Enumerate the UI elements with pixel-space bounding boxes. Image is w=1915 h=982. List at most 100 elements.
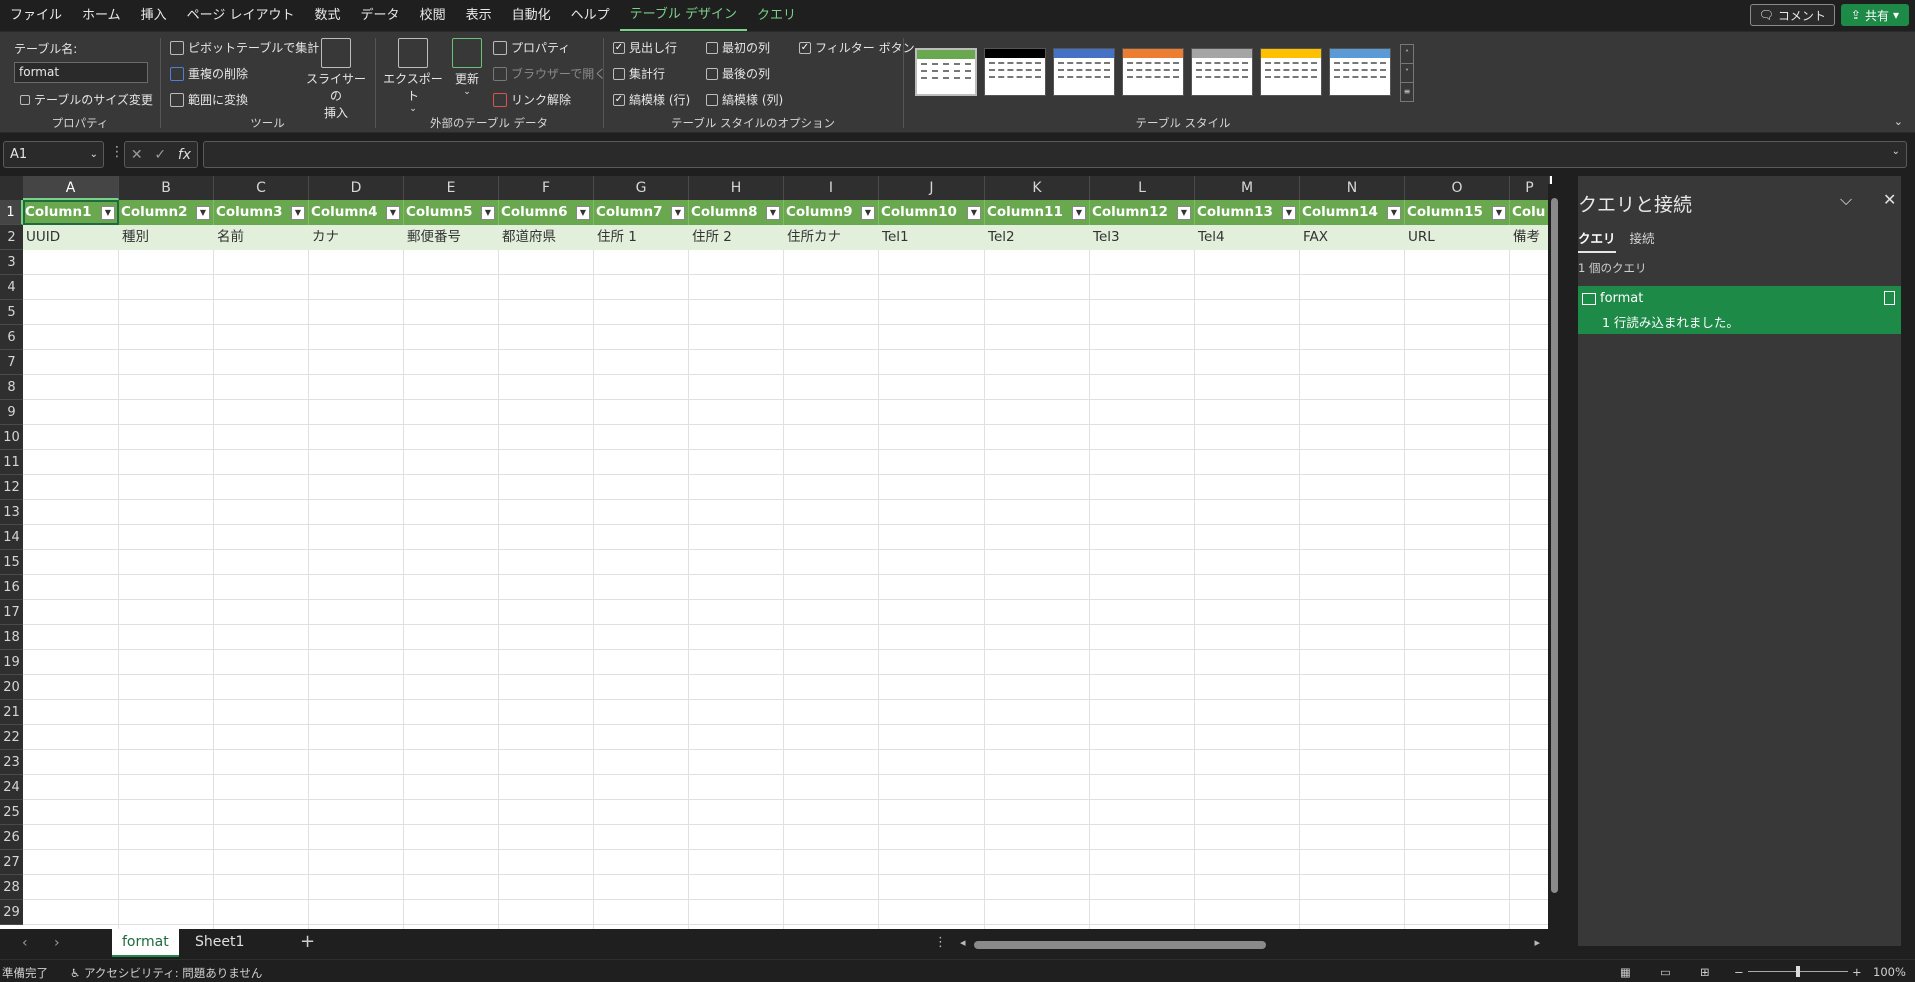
row-header-25[interactable]: 25 [0,800,23,825]
banded-rows-checkbox[interactable]: ✓ 縞模様 (行) [613,91,690,108]
menu-review[interactable]: 校閲 [410,0,456,31]
chevron-up-icon[interactable]: ˄ [1401,45,1413,64]
filter-dropdown-icon[interactable]: ▼ [386,206,400,220]
pivot-summarize-button[interactable]: ピボットテーブルで集計 [170,39,319,56]
tab-connections[interactable]: 接続 [1630,228,1655,253]
column-header-a[interactable]: A [23,176,119,200]
table-style-swatch[interactable] [1053,48,1115,96]
menu-home[interactable]: ホーム [72,0,131,31]
table-cell[interactable]: URL [1405,225,1510,250]
table-header-cell[interactable]: Column2 ▼ [119,200,214,225]
table-cell[interactable]: カナ [309,225,404,250]
last-column-checkbox[interactable]: 最後の列 [706,65,770,82]
menu-page-layout[interactable]: ページ レイアウト [177,0,305,31]
chevron-down-icon[interactable]: ⌵ [1840,190,1852,210]
resize-table-button[interactable]: テーブルのサイズ変更 [20,91,153,108]
open-in-browser-button[interactable]: ブラウザーで開く [493,65,606,82]
column-header-b[interactable]: B [119,176,214,200]
filter-dropdown-icon[interactable]: ▼ [481,206,495,220]
cancel-icon[interactable]: ✕ [131,147,143,163]
insert-slicer-button[interactable]: スライサーの 挿入 [306,38,366,121]
filter-dropdown-icon[interactable]: ▼ [576,206,590,220]
row-header-15[interactable]: 15 [0,550,23,575]
table-cell[interactable]: FAX [1300,225,1405,250]
table-style-swatch[interactable] [1329,48,1391,96]
menu-table-design[interactable]: テーブル デザイン [619,0,747,31]
refresh-button[interactable]: 更新 ⌄ [447,38,487,97]
filter-dropdown-icon[interactable]: ▼ [1492,206,1506,220]
row-header-17[interactable]: 17 [0,600,23,625]
row-header-27[interactable]: 27 [0,850,23,875]
table-header-cell[interactable]: Column6 ▼ [499,200,594,225]
row-header-9[interactable]: 9 [0,400,23,425]
table-cell[interactable]: 備考 [1510,225,1550,250]
table-header-cell[interactable]: Column9 ▼ [784,200,879,225]
horizontal-scrollbar[interactable]: ◂ ▸ [960,936,1540,951]
filter-dropdown-icon[interactable]: ▼ [291,206,305,220]
row-header-20[interactable]: 20 [0,675,23,700]
share-button[interactable]: ⇪ 共有 ▾ [1840,4,1909,26]
zoom-slider-knob[interactable] [1796,966,1800,977]
formula-input[interactable]: ⌄ [203,141,1907,168]
add-sheet-icon[interactable]: + [300,931,315,952]
table-style-swatch[interactable] [1260,48,1322,96]
table-cell[interactable]: 種別 [119,225,214,250]
table-header-cell[interactable]: Colu [1510,200,1550,225]
menu-formulas[interactable]: 数式 [305,0,351,31]
chevron-down-icon[interactable]: ⌄ [90,142,98,167]
table-cell[interactable]: 住所カナ [784,225,879,250]
table-cell[interactable]: Tel2 [985,225,1090,250]
table-header-cell[interactable]: Column10 ▼ [879,200,985,225]
row-header-21[interactable]: 21 [0,700,23,725]
row-header-8[interactable]: 8 [0,375,23,400]
vertical-scrollbar[interactable] [1548,184,1560,929]
column-header-p[interactable]: P [1510,176,1550,200]
column-header-n[interactable]: N [1300,176,1405,200]
filter-dropdown-icon[interactable]: ▼ [766,206,780,220]
query-item[interactable]: format 1 行読み込まれました。 [1578,286,1901,334]
table-header-cell[interactable]: Column12 ▼ [1090,200,1195,225]
sheet-tab-sheet1[interactable]: Sheet1 [185,929,254,957]
confirm-icon[interactable]: ✓ [154,147,166,163]
table-cell[interactable]: 住所 1 [594,225,689,250]
filter-dropdown-icon[interactable]: ▼ [1177,206,1191,220]
filter-dropdown-icon[interactable]: ▼ [1072,206,1086,220]
column-header-c[interactable]: C [214,176,309,200]
scroll-thumb[interactable] [1551,198,1558,893]
row-header-26[interactable]: 26 [0,825,23,850]
filter-dropdown-icon[interactable]: ▼ [861,206,875,220]
table-style-swatch[interactable] [984,48,1046,96]
export-button[interactable]: エクスポート ⌄ [383,38,443,114]
header-row-checkbox[interactable]: ✓ 見出し行 [613,39,677,56]
row-header-23[interactable]: 23 [0,750,23,775]
row-header-18[interactable]: 18 [0,625,23,650]
menu-help[interactable]: ヘルプ [561,0,620,31]
accessibility-status[interactable]: ♿ アクセシビリティ: 問題ありません [70,965,262,981]
column-header-f[interactable]: F [499,176,594,200]
table-cell[interactable]: 都道府県 [499,225,594,250]
more-options-icon[interactable]: ⋮ [110,144,124,160]
chevron-right-icon[interactable]: ▸ [1534,936,1540,949]
column-header-o[interactable]: O [1405,176,1510,200]
filter-dropdown-icon[interactable]: ▼ [1282,206,1296,220]
filter-dropdown-icon[interactable]: ▼ [671,206,685,220]
table-cell[interactable]: 名前 [214,225,309,250]
row-header-3[interactable]: 3 [0,250,23,275]
page-layout-view-icon[interactable]: ▭ [1660,965,1671,979]
insert-function-icon[interactable]: fx [178,147,191,163]
more-options-icon[interactable]: ⋮ [934,935,947,950]
column-header-i[interactable]: I [784,176,879,200]
zoom-level[interactable]: 100% [1873,965,1906,979]
column-header-h[interactable]: H [689,176,784,200]
row-header-28[interactable]: 28 [0,875,23,900]
menu-query[interactable]: クエリ [747,0,806,31]
row-header-19[interactable]: 19 [0,650,23,675]
column-header-l[interactable]: L [1090,176,1195,200]
row-header-5[interactable]: 5 [0,300,23,325]
gallery-more-icon[interactable]: ≡ [1401,83,1413,101]
zoom-in-icon[interactable]: + [1852,965,1862,979]
table-cell[interactable]: UUID [23,225,119,250]
menu-data[interactable]: データ [351,0,410,31]
table-header-cell[interactable]: Column8 ▼ [689,200,784,225]
unlink-button[interactable]: リンク解除 [493,91,571,108]
